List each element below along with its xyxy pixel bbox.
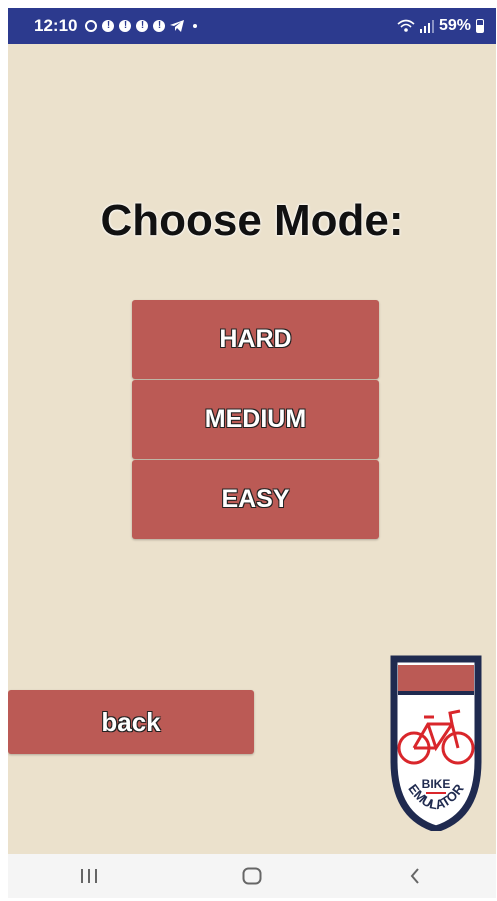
signal-icon	[419, 20, 434, 33]
alert-icon: !	[119, 20, 132, 32]
notification-icons: ! ! ! !	[85, 20, 198, 32]
wifi-icon	[397, 19, 415, 32]
nav-back-button[interactable]	[385, 854, 445, 898]
back-button[interactable]: back	[8, 690, 254, 754]
telegram-icon	[170, 20, 185, 32]
status-right: 59%	[397, 17, 484, 35]
navigation-bar	[8, 854, 496, 898]
alert-icon: !	[102, 20, 115, 32]
bike-emulator-logo: BIKE EMULATOR	[390, 655, 482, 831]
logo-text-bike: BIKE	[422, 777, 451, 791]
alert-icon: !	[136, 20, 149, 32]
medium-mode-button[interactable]: MEDIUM	[132, 380, 379, 459]
battery-icon	[476, 19, 484, 33]
easy-mode-button[interactable]: EASY	[132, 460, 379, 539]
recents-icon	[81, 869, 98, 883]
page-title: Choose Mode:	[100, 196, 404, 245]
home-icon	[242, 867, 262, 885]
home-button[interactable]	[222, 854, 282, 898]
recents-button[interactable]	[59, 854, 119, 898]
status-bar: 12:10 ! ! ! ! 59%	[8, 8, 496, 44]
back-icon	[410, 868, 419, 884]
more-notifications-icon	[193, 24, 198, 28]
status-time: 12:10	[34, 16, 78, 35]
alert-icon: !	[153, 20, 166, 32]
app-screen: 12:10 ! ! ! ! 59% Choose Mode: HARD MEDI…	[8, 8, 496, 898]
hard-mode-button[interactable]: HARD	[132, 300, 379, 379]
whatsapp-icon	[85, 20, 98, 32]
battery-percent: 59%	[438, 17, 471, 34]
